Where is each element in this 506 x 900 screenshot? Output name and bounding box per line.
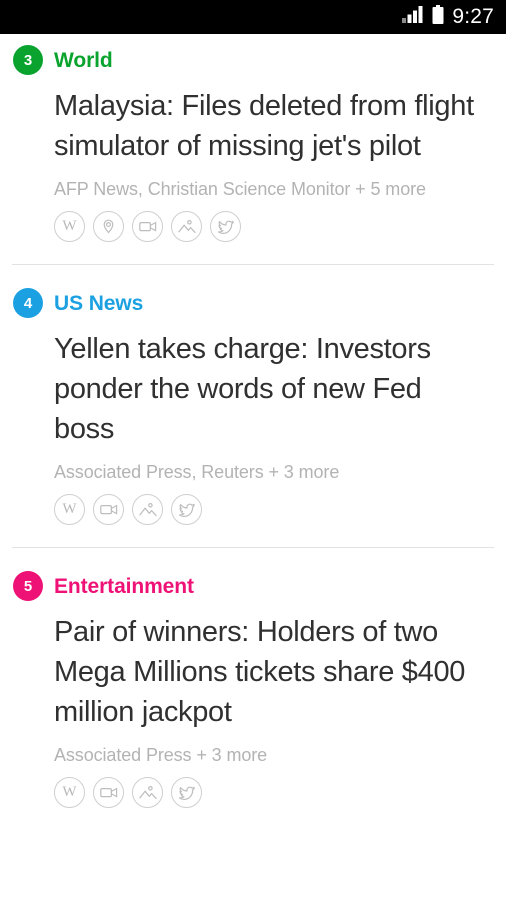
image-icon[interactable] [171, 211, 202, 242]
status-bar: 9:27 [0, 0, 506, 34]
article-icon-row: W [12, 764, 494, 814]
wikipedia-icon[interactable]: W [54, 494, 85, 525]
category-row[interactable]: 5 Entertainment [12, 564, 494, 608]
status-time: 9:27 [452, 5, 494, 28]
video-camera-icon[interactable] [93, 777, 124, 808]
article-headline[interactable]: Yellen takes charge: Investors ponder th… [12, 325, 494, 449]
news-feed: 3 World Malaysia: Files deleted from fli… [0, 34, 506, 814]
rank-badge: 3 [13, 45, 43, 75]
category-label[interactable]: US News [54, 293, 143, 314]
article-card[interactable]: 3 World Malaysia: Files deleted from fli… [0, 38, 506, 248]
article-card[interactable]: 5 Entertainment Pair of winners: Holders… [0, 564, 506, 814]
article-sources[interactable]: Associated Press, Reuters + 3 more [12, 449, 494, 481]
twitter-icon[interactable] [171, 494, 202, 525]
article-sources[interactable]: Associated Press + 3 more [12, 732, 494, 764]
rank-badge: 5 [13, 571, 43, 601]
category-row[interactable]: 3 World [12, 38, 494, 82]
wikipedia-icon[interactable]: W [54, 211, 85, 242]
wikipedia-glyph: W [62, 218, 77, 234]
category-row[interactable]: 4 US News [12, 281, 494, 325]
twitter-icon[interactable] [210, 211, 241, 242]
rank-badge: 4 [13, 288, 43, 318]
video-camera-icon[interactable] [132, 211, 163, 242]
category-label[interactable]: Entertainment [54, 576, 194, 597]
twitter-icon[interactable] [171, 777, 202, 808]
wikipedia-glyph: W [62, 784, 77, 800]
location-pin-icon[interactable] [93, 211, 124, 242]
article-headline[interactable]: Pair of winners: Holders of two Mega Mil… [12, 608, 494, 732]
article-icon-row: W [12, 198, 494, 248]
image-icon[interactable] [132, 777, 163, 808]
image-icon[interactable] [132, 494, 163, 525]
article-headline[interactable]: Malaysia: Files deleted from flight simu… [12, 82, 494, 166]
article-icon-row: W [12, 481, 494, 531]
wikipedia-icon[interactable]: W [54, 777, 85, 808]
article-sources[interactable]: AFP News, Christian Science Monitor + 5 … [12, 166, 494, 198]
signal-bars-icon [402, 6, 424, 28]
battery-full-icon [432, 5, 444, 29]
article-card[interactable]: 4 US News Yellen takes charge: Investors… [0, 281, 506, 531]
category-label[interactable]: World [54, 50, 113, 71]
wikipedia-glyph: W [62, 501, 77, 517]
video-camera-icon[interactable] [93, 494, 124, 525]
